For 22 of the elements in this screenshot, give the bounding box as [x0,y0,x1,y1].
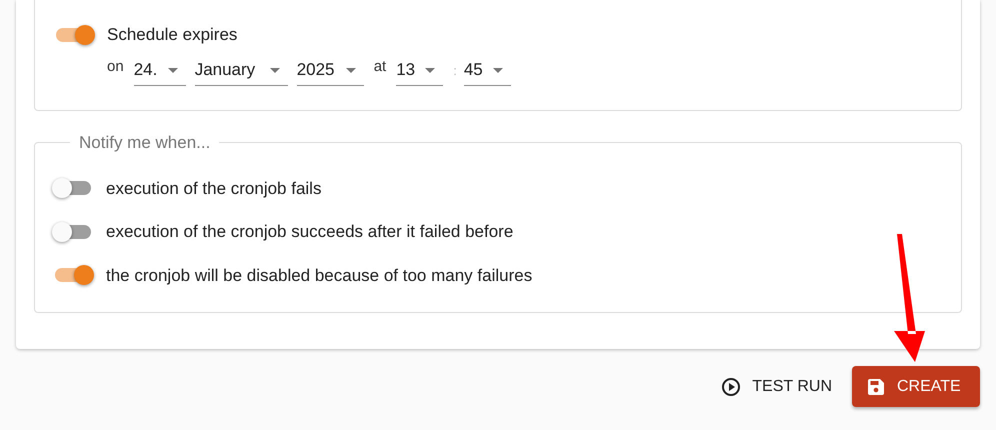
toggle-label: execution of the cronjob fails [106,178,322,200]
play-icon [721,376,742,396]
caret-icon [492,68,503,72]
caret-icon [168,68,178,72]
toggle-label: execution of the cronjob succeeds after it failed before [106,221,514,243]
time-separator: : [453,62,457,80]
caret-icon [425,68,436,72]
test-run-button[interactable]: TEST RUN [709,366,844,406]
toggle-label: the cronjob will be disabled because of too many failures [106,264,532,286]
dropdown-select[interactable]: January [194,56,288,86]
panel-legend: Notify me when... [70,130,220,156]
dropdown-select[interactable]: 2025 [296,56,364,86]
at-label: at [374,57,386,78]
dropdown-select[interactable]: 13 [396,56,444,86]
save-icon [867,378,885,396]
caret-icon [346,68,356,72]
caret-icon [270,68,280,72]
create-button[interactable]: CREATE [852,366,980,407]
dropdown-select[interactable]: 24. [134,56,186,86]
toggle-label: Schedule expires [107,24,238,46]
on-label: on [107,57,124,78]
dropdown-select[interactable]: 45 [464,56,511,86]
